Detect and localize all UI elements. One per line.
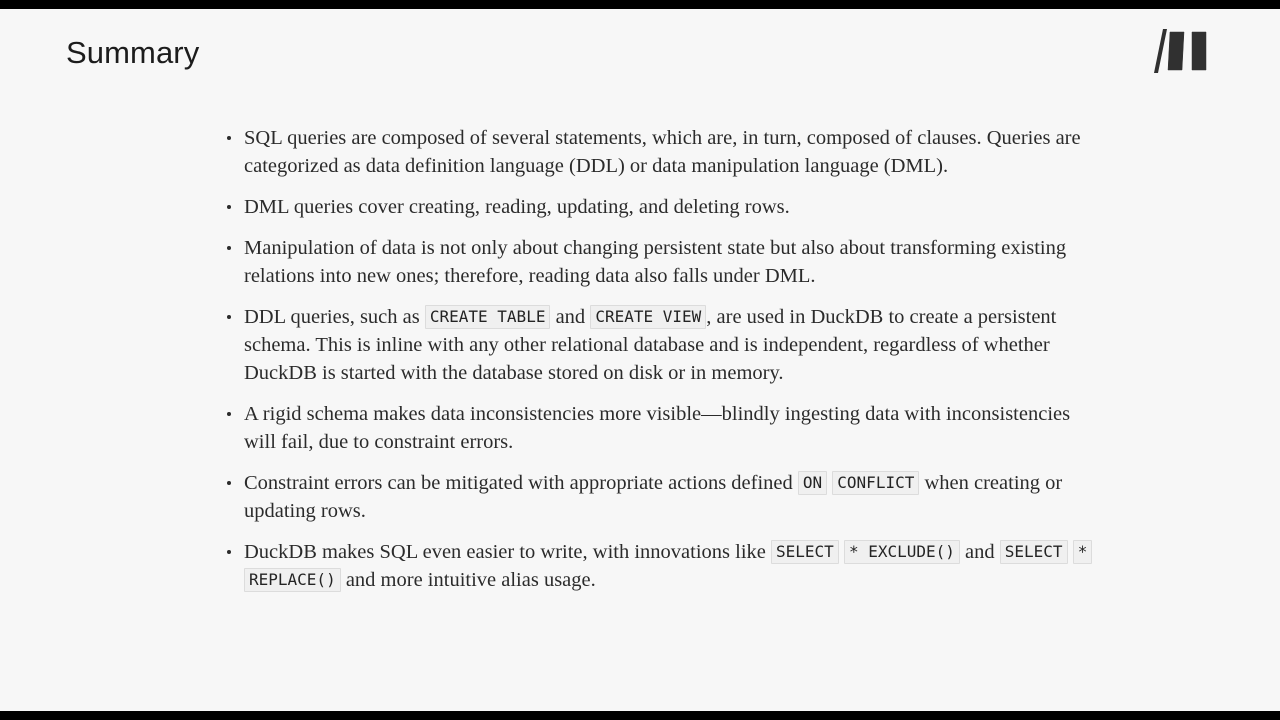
code-span: * EXCLUDE() xyxy=(843,540,960,564)
bullet-text: Constraint errors can be mitigated with … xyxy=(244,472,798,494)
letterbox-bottom-bar xyxy=(0,711,1280,720)
bullet-text: DML queries cover creating, reading, upd… xyxy=(244,196,790,218)
summary-bullet-list: SQL queries are composed of several stat… xyxy=(224,124,1104,594)
code-span: REPLACE() xyxy=(244,568,341,592)
bullet-text xyxy=(1068,541,1073,563)
bullet-text: Manipulation of data is not only about c… xyxy=(244,237,1067,287)
bullet-text: and more intuitive alias usage. xyxy=(340,569,596,591)
bullet-text: A rigid schema makes data inconsistencie… xyxy=(244,403,1071,453)
code-span: * xyxy=(1072,540,1093,564)
bullet-ddl-queries-create: DDL queries, such as CREATE TABLE and CR… xyxy=(224,303,1104,387)
bullet-text: and xyxy=(550,306,591,328)
bullet-text: SQL queries are composed of several stat… xyxy=(244,127,1081,177)
bullet-duckdb-sql-innovations: DuckDB makes SQL even easier to write, w… xyxy=(224,538,1104,594)
page-title: Summary xyxy=(66,35,200,70)
code-span: CREATE VIEW xyxy=(590,305,707,329)
bullet-constraint-errors: Constraint errors can be mitigated with … xyxy=(224,469,1104,525)
code-span: CONFLICT xyxy=(832,471,920,495)
bullet-manipulation-of-data: Manipulation of data is not only about c… xyxy=(224,234,1104,290)
bullet-sql-queries-composition: SQL queries are composed of several stat… xyxy=(224,124,1104,180)
bullet-text: DuckDB makes SQL even easier to write, w… xyxy=(244,541,772,563)
bullet-dml-queries-crud: DML queries cover creating, reading, upd… xyxy=(224,193,1104,221)
letterbox-top-bar xyxy=(0,0,1280,9)
code-span: SELECT xyxy=(771,540,839,564)
manning-publications-logo xyxy=(1154,29,1216,73)
bullet-text: DDL queries, such as xyxy=(244,306,425,328)
code-span: ON xyxy=(797,471,828,495)
bullet-text: and xyxy=(959,541,1000,563)
presentation-slide: Summary SQL queries are composed of seve… xyxy=(0,0,1280,720)
code-span: CREATE TABLE xyxy=(424,305,551,329)
slide-body: SQL queries are composed of several stat… xyxy=(224,124,1104,594)
bullet-rigid-schema: A rigid schema makes data inconsistencie… xyxy=(224,400,1104,456)
code-span: SELECT xyxy=(999,540,1068,564)
